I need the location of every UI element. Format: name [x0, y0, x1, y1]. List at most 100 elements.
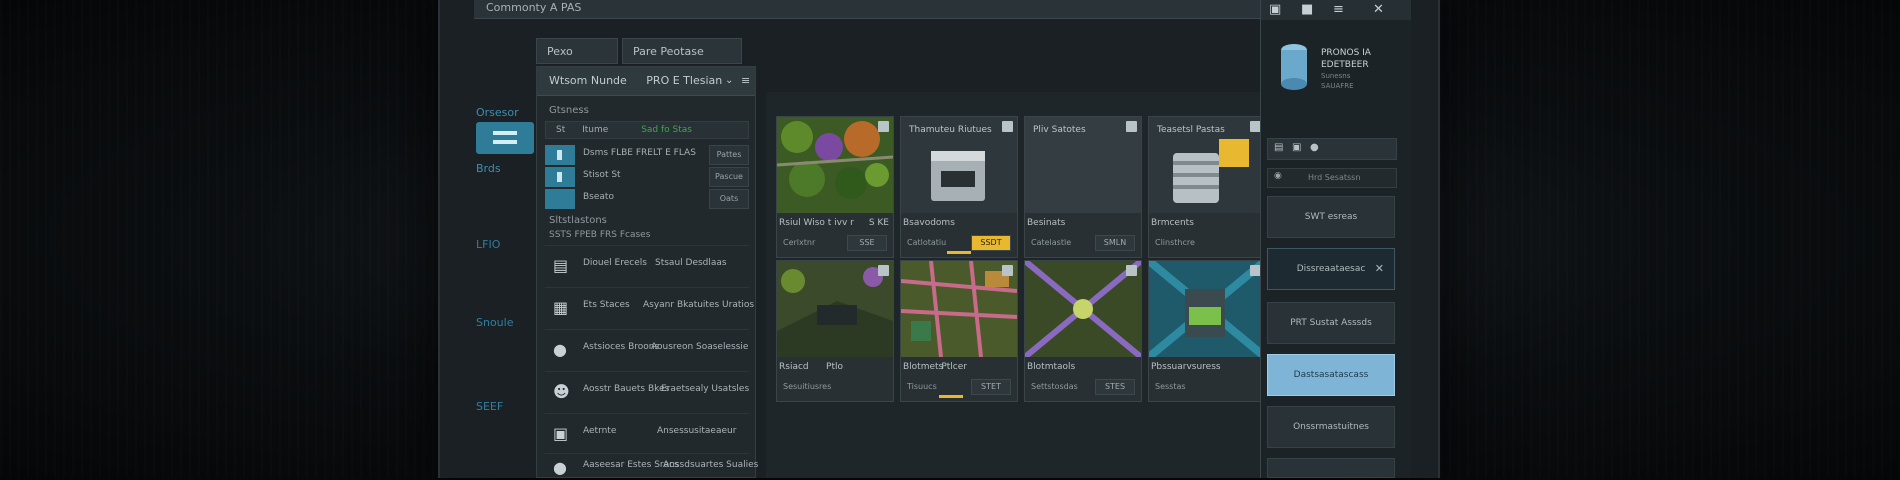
database-icon	[1281, 44, 1307, 90]
card-caption: Bsavodoms	[903, 218, 955, 228]
selected-item-button[interactable]: Dissreaataesac ✕	[1267, 248, 1395, 290]
view-toggle-bar: ▤ ▣ ●	[1267, 138, 1397, 160]
asset-card[interactable]: Thamuteu Riutues Bsavodoms Catlotatiu SS…	[900, 116, 1018, 258]
action-button-partial[interactable]	[1267, 458, 1395, 478]
nav-menu-button[interactable]	[476, 122, 534, 154]
list-item[interactable]: Stisot St Pascue	[545, 167, 749, 187]
detail-line: SAUAFRE	[1321, 82, 1354, 90]
primary-action-button[interactable]: Dastsasatascass	[1267, 354, 1395, 396]
detail-title: PRONOS IA	[1321, 48, 1371, 58]
table-row[interactable]: ▤ Diouel Erecels Stsaul Desdlaas	[545, 245, 749, 286]
tab-pexo-piolane[interactable]: Pexo Piolane	[536, 38, 618, 84]
nav-label-brds[interactable]: Brds	[476, 162, 501, 175]
menu-icon[interactable]: ≡	[741, 67, 750, 95]
table-row[interactable]: ▣ Aetrnte Ansessusitaeaeur	[545, 413, 749, 454]
list-item[interactable]: Bseato Oats	[545, 189, 749, 209]
nav-label-seef[interactable]: SEEF	[476, 400, 503, 413]
action-button[interactable]: SWT esreas	[1267, 196, 1395, 238]
item-select[interactable]: Pattes	[709, 145, 749, 165]
table-row[interactable]: ● Astsioces Broons Aousreon Soaselessie	[545, 329, 749, 370]
card-pill[interactable]: SSDT	[971, 235, 1011, 251]
card-caption: Pbssuarvsuress	[1151, 362, 1221, 372]
card-caption: Rsiul Wiso t ivv r	[779, 218, 854, 228]
users-icon: ●	[553, 340, 567, 359]
row-detail: Asyanr Bkatuites Uratios	[643, 300, 755, 310]
rack-icon: ▦	[553, 298, 569, 317]
progress-bar	[939, 395, 963, 398]
card-badge-icon	[1126, 265, 1137, 276]
app-window: Commonty A PAS Pexo Piolane Pare Peotase…	[438, 0, 1440, 478]
table-row[interactable]: ▦ Ets Staces Asyanr Bkatuites Uratios	[545, 287, 754, 328]
card-meta: Sesstas	[1155, 382, 1186, 391]
card-meta: Catelastle	[1031, 238, 1072, 247]
asset-card[interactable]: Pliv Satotes Besinats Catelastle SMLN	[1024, 116, 1142, 258]
asset-thumbnail	[1149, 261, 1265, 357]
grid-view-icon[interactable]: ▣	[1292, 142, 1301, 153]
hamburger-icon	[493, 131, 517, 135]
card-tag: S KE	[868, 218, 889, 228]
menu-icon[interactable]: ≡	[1333, 2, 1344, 17]
asset-card[interactable]: Rsiacd Ptlo Sesuitiusres	[776, 260, 894, 402]
card-meta: Cerlxtnr	[783, 238, 816, 247]
progress-bar	[947, 251, 971, 254]
card-caption: Rsiacd	[779, 362, 809, 372]
asset-card[interactable]: Pbssuarvsuress Sesstas	[1148, 260, 1266, 402]
asset-card[interactable]: Blotmtaols Settstosdas STES	[1024, 260, 1142, 402]
asset-card[interactable]: Blotmets Ptlcer Tisuucs STET	[900, 260, 1018, 402]
row-name: Ets Staces	[583, 300, 630, 310]
card-pill[interactable]: STES	[1095, 379, 1135, 395]
asset-card[interactable]: Teasetsl Pastas Brmcents Clinsthcre	[1148, 116, 1266, 258]
asset-thumbnail	[777, 117, 893, 213]
card-tag: Ptlo	[826, 362, 843, 372]
card-pill[interactable]: SMLN	[1095, 235, 1135, 251]
item-select[interactable]: Pascue	[709, 167, 749, 187]
card-meta: Clinsthcre	[1155, 238, 1195, 247]
list-item[interactable]: Dsms FLBE FRELT E FLAS Pattes	[545, 145, 749, 165]
action-button[interactable]: Onssrmastuitnes	[1267, 406, 1395, 448]
row-detail: Stsaul Desdlaas	[655, 258, 727, 268]
card-title: Pliv Satotes	[1033, 125, 1086, 135]
filter-row[interactable]: St Itume Sad fo Stas	[545, 121, 749, 139]
item-label: Bseato	[583, 192, 614, 202]
table-row[interactable]: ● Aaseesar Estes Sracs Anssdsuartes Sual…	[545, 453, 758, 480]
card-pill[interactable]: SSE	[847, 235, 887, 251]
row-name: Aosstr Bauets Bkes	[583, 384, 670, 394]
asset-card[interactable]: Rsiul Wiso t ivv r S KE Cerlxtnr SSE	[776, 116, 894, 258]
nav-label-lfio[interactable]: LFIO	[476, 238, 500, 251]
chevron-down-icon[interactable]: ⌄	[725, 67, 733, 95]
card-badge-icon	[878, 121, 889, 132]
filter-panel: Wtsom Nunde PRO E Tlesian ⌄ ≡ Gtsness St…	[536, 66, 758, 480]
save-icon[interactable]: ■	[1301, 2, 1313, 17]
item-select[interactable]: Oats	[709, 189, 749, 209]
close-icon[interactable]: ✕	[1375, 249, 1384, 289]
row-detail: Eraetsealy Usatsles	[661, 384, 750, 394]
card-badge-icon	[1002, 265, 1013, 276]
panel-header[interactable]: Wtsom Nunde PRO E Tlesian ⌄ ≡	[537, 67, 755, 96]
action-button[interactable]: PRT Sustat Asssds	[1267, 302, 1395, 344]
list-view-icon[interactable]: ▤	[1274, 142, 1283, 153]
search-placeholder: Hrd Sesatssn	[1308, 173, 1361, 182]
search-icon: ◉	[1274, 171, 1282, 181]
user-icon: ☻	[553, 382, 570, 401]
card-caption: Blotmets	[903, 362, 944, 372]
close-icon[interactable]: ✕	[1373, 2, 1384, 17]
item-icon	[545, 145, 575, 165]
card-caption: Brmcents	[1151, 218, 1194, 228]
search-input[interactable]: ◉ Hrd Sesatssn	[1267, 168, 1397, 188]
card-badge-icon	[1126, 121, 1137, 132]
image-icon[interactable]: ▣	[1269, 2, 1281, 17]
card-caption: Blotmtaols	[1027, 362, 1076, 372]
nav-label-orsesor[interactable]: Orsesor	[476, 106, 519, 119]
section-sublabel: SSTS FPEB FRS Fcases	[549, 230, 651, 240]
item-label: Dsms FLBE FRELT E FLAS	[583, 148, 696, 158]
panel-header-subtitle: PRO E Tlesian	[646, 74, 723, 87]
section-label: Gtsness	[549, 105, 589, 116]
table-row[interactable]: ☻ Aosstr Bauets Bkes Eraetsealy Usatsles	[545, 371, 749, 412]
users-icon: ●	[553, 458, 567, 477]
card-pill[interactable]: STET	[971, 379, 1011, 395]
nav-label-snoule[interactable]: Snoule	[476, 316, 513, 329]
filter-status: Sad fo Stas	[641, 125, 692, 135]
tab-pare-peotase[interactable]: Pare Peotase	[622, 38, 742, 64]
card-badge-icon	[1002, 121, 1013, 132]
button-label: PRT Sustat Asssds	[1290, 318, 1372, 328]
